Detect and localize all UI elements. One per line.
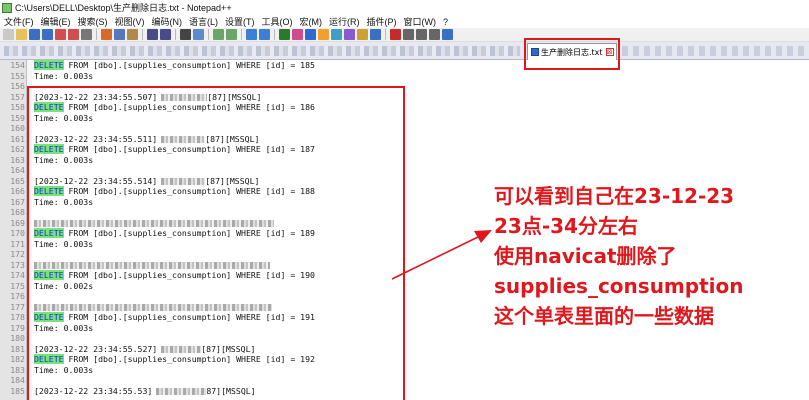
arrow-head bbox=[474, 230, 492, 243]
arrow-line bbox=[391, 235, 481, 280]
annotation-line: 这个单表里面的一些数据 bbox=[494, 304, 714, 328]
annotation-text: 可以看到自己在23-12-23 23点-34分左右使用navicat删除了 supp… bbox=[494, 181, 743, 331]
annotation-line: supplies_consumption bbox=[494, 274, 744, 298]
annotation-line: 23点-34分左右 bbox=[494, 214, 638, 238]
annotation-line: 使用navicat删除了 bbox=[494, 244, 677, 268]
annotation-line: 可以看到自己在23-12-23 bbox=[494, 184, 735, 208]
